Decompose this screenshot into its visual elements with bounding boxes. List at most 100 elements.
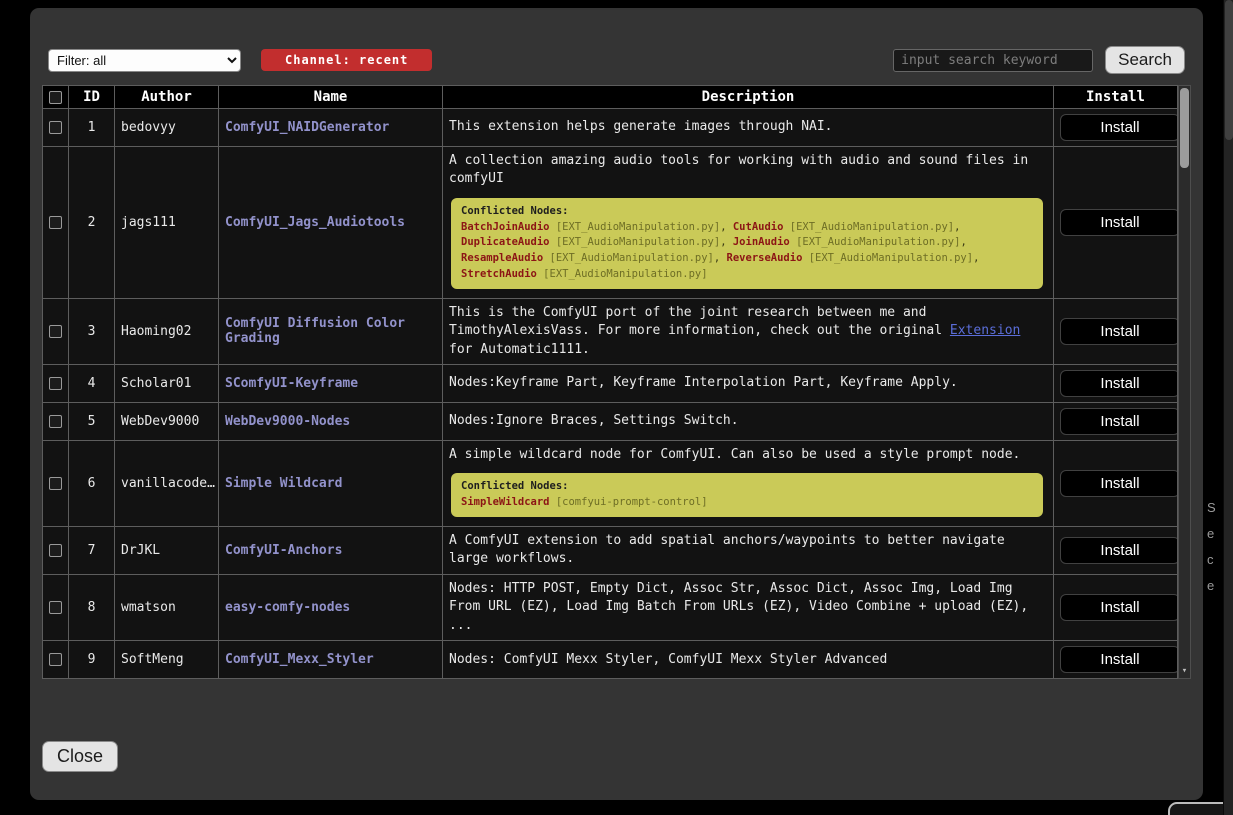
custom-nodes-manager-dialog: Filter: all Channel: recent Search ID Au… [30,8,1203,800]
conflict-node-name: ResampleAudio [461,252,543,264]
header-author: Author [115,86,219,109]
window-scrollbar[interactable] [1223,0,1233,815]
row-author: wmatson [115,574,219,640]
row-author: DrJKL [115,526,219,574]
install-button[interactable]: Install [1060,114,1180,141]
conflict-node-name: SimpleWildcard [461,496,550,508]
close-button[interactable]: Close [42,741,118,772]
conflict-node-name: StretchAudio [461,268,537,280]
row-description: Nodes: ComfyUI Mexx Styler, ComfyUI Mexx… [449,651,1047,669]
row-id: 9 [69,641,115,679]
background-text-fragment: e [1207,578,1223,593]
table-row: 3Haoming02ComfyUI Diffusion Color Gradin… [43,298,1178,364]
header-description: Description [443,86,1054,109]
row-id: 7 [69,526,115,574]
node-name-link[interactable]: SComfyUI-Keyframe [225,376,358,391]
row-checkbox[interactable] [49,121,62,134]
node-name-link[interactable]: ComfyUI_Jags_Audiotools [225,215,405,230]
toolbar: Filter: all Channel: recent Search [48,46,1185,74]
table-scrollbar[interactable]: ▾ [1178,85,1191,679]
install-button[interactable]: Install [1060,646,1180,673]
row-description: A simple wildcard node for ComfyUI. Can … [449,446,1047,464]
conflict-node-name: ReverseAudio [727,252,803,264]
conflict-box: Conflicted Nodes:SimpleWildcard [comfyui… [451,473,1043,517]
row-checkbox[interactable] [49,377,62,390]
conflict-node-source: [comfyui-prompt-control] [550,496,708,508]
table-header: ID Author Name Description Install [43,86,1178,109]
install-button[interactable]: Install [1060,370,1180,397]
row-description: Nodes: HTTP POST, Empty Dict, Assoc Str,… [449,580,1047,635]
row-checkbox[interactable] [49,601,62,614]
row-description: Nodes:Ignore Braces, Settings Switch. [449,412,1047,430]
dialog-footer: Close [42,741,1191,772]
row-id: 6 [69,441,115,527]
row-author: jags111 [115,147,219,299]
header-install: Install [1054,86,1178,109]
select-all-checkbox[interactable] [49,91,62,104]
row-author: Scholar01 [115,365,219,403]
background-text-fragment: e [1207,526,1223,541]
scrollbar-down-arrow[interactable]: ▾ [1179,665,1190,677]
conflict-node-name: DuplicateAudio [461,236,550,248]
row-id: 1 [69,109,115,147]
table-row: 2jags111 ComfyUI_Jags_Audiotools A collect… [43,147,1178,299]
conflict-node-name: JoinAudio [733,236,790,248]
header-name: Name [219,86,443,109]
conflict-node-source: [EXT_AudioManipulation.py] [802,252,973,264]
node-name-link[interactable]: ComfyUI_NAIDGenerator [225,120,389,135]
row-author: bedovyy [115,109,219,147]
install-button[interactable]: Install [1060,537,1180,564]
conflict-title: Conflicted Nodes: [461,204,1033,220]
row-id: 2 [69,147,115,299]
background-text-fragment: S [1207,500,1223,515]
install-button[interactable]: Install [1060,318,1180,345]
table-row: 8wmatsoneasy-comfy-nodesNodes: HTTP POST… [43,574,1178,640]
table-row: 4Scholar01 SComfyUI-Keyframe Nodes:Keyfram… [43,365,1178,403]
conflict-node-name: CutAudio [733,221,784,233]
conflict-node-name: BatchJoinAudio [461,221,550,233]
row-description: This extension helps generate images thr… [449,118,1047,136]
row-checkbox[interactable] [49,415,62,428]
row-description: A ComfyUI extension to add spatial ancho… [449,532,1047,569]
filter-select[interactable]: Filter: all [48,49,241,72]
install-button[interactable]: Install [1060,594,1180,621]
node-name-link[interactable]: ComfyUI-Anchors [225,543,342,558]
row-description: This is the ComfyUI port of the joint re… [449,304,1047,359]
node-name-link[interactable]: Simple Wildcard [225,476,342,491]
row-description: A collection amazing audio tools for wor… [449,152,1047,189]
row-author: SoftMeng [115,641,219,679]
row-id: 3 [69,298,115,364]
node-name-link[interactable]: WebDev9000-Nodes [225,414,350,429]
table-scrollbar-thumb[interactable] [1180,88,1189,168]
table-row: 6vanillacode…Simple WildcardA simple wil… [43,441,1178,527]
table-row: 9SoftMeng ComfyUI_Mexx_Styler Nodes: Comfy… [43,641,1178,679]
row-description: Nodes:Keyframe Part, Keyframe Interpolat… [449,374,1047,392]
table-row: 7DrJKL ComfyUI-Anchors A ComfyUI extension… [43,526,1178,574]
search-button[interactable]: Search [1105,46,1185,74]
row-checkbox[interactable] [49,477,62,490]
row-checkbox[interactable] [49,653,62,666]
window-scrollbar-thumb[interactable] [1225,0,1233,140]
conflict-node-source: [EXT_AudioManipulation.py] [550,221,721,233]
conflict-node-source: [EXT_AudioManipulation.py] [543,252,714,264]
channel-badge: Channel: recent [261,49,432,71]
node-name-link[interactable]: ComfyUI Diffusion Color Grading [225,316,405,346]
conflict-node-source: [EXT_AudioManipulation.py] [790,236,961,248]
row-author: Haoming02 [115,298,219,364]
row-checkbox[interactable] [49,544,62,557]
install-button[interactable]: Install [1060,408,1180,435]
background-text-fragment: c [1207,552,1223,567]
install-button[interactable]: Install [1060,470,1180,497]
description-link[interactable]: Extension [950,323,1020,338]
search-input[interactable] [893,49,1093,72]
node-name-link[interactable]: ComfyUI_Mexx_Styler [225,652,374,667]
conflict-node-source: [EXT_AudioManipulation.py] [783,221,954,233]
row-id: 4 [69,365,115,403]
nodes-table: ID Author Name Description Install 1bedo… [42,85,1191,679]
node-name-link[interactable]: easy-comfy-nodes [225,600,350,615]
table-row: 1bedovyy ComfyUI_NAIDGenerator This extens… [43,109,1178,147]
install-button[interactable]: Install [1060,209,1180,236]
node-table-body: 1bedovyy ComfyUI_NAIDGenerator This extens… [43,109,1178,680]
row-checkbox[interactable] [49,216,62,229]
row-checkbox[interactable] [49,325,62,338]
